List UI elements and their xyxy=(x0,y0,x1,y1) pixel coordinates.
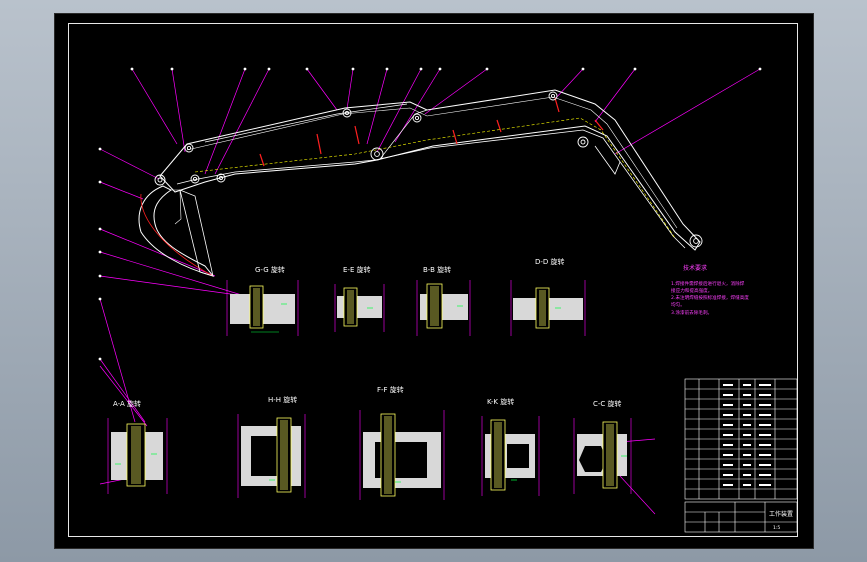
section-label-f: F-F 旋转 xyxy=(377,385,404,394)
boom-arm-assembly xyxy=(138,89,701,277)
section-view-k: K-K 旋转 xyxy=(481,397,540,496)
section-view-f: F-F 旋转 xyxy=(359,385,445,500)
section-view-h: H-H 旋转 xyxy=(237,395,306,498)
section-view-d: D-D 旋转 xyxy=(510,257,586,336)
section-label-g: G-G 旋转 xyxy=(255,265,285,274)
section-label-d: D-D 旋转 xyxy=(535,257,565,266)
technical-requirements: 技术要求 1.焊接件需焊接后进行退火，消除焊 接应力和提高强度。 2.未注明焊缝… xyxy=(671,264,749,316)
section-view-a: A-A 旋转 xyxy=(107,399,168,494)
notes-line-1: 1.焊接件需焊接后进行退火，消除焊 xyxy=(671,280,745,287)
drawing-sheet: G-G 旋转 E-E 旋转 B-B 旋转 D-D 旋转 A-A 旋转 H-H 旋… xyxy=(55,14,813,548)
section-label-e: E-E 旋转 xyxy=(343,265,371,274)
section-label-a: A-A 旋转 xyxy=(113,399,141,408)
parts-list-table xyxy=(684,378,798,500)
notes-line-3: 2.未注明焊缝按照标准焊接，焊缝高度 xyxy=(671,294,749,301)
section-label-c: C-C 旋转 xyxy=(593,399,622,408)
drawing-scale: 1:5 xyxy=(773,525,780,531)
section-view-b: B-B 旋转 xyxy=(416,265,471,336)
cad-drawing-canvas: G-G 旋转 E-E 旋转 B-B 旋转 D-D 旋转 A-A 旋转 H-H 旋… xyxy=(98,67,798,533)
section-label-h: H-H 旋转 xyxy=(268,395,297,404)
section-label-b: B-B 旋转 xyxy=(423,265,451,274)
pin-joints xyxy=(154,91,703,248)
section-view-e: E-E 旋转 xyxy=(334,265,385,332)
notes-line-4: 均匀。 xyxy=(671,301,685,308)
section-label-k: K-K 旋转 xyxy=(487,397,514,406)
section-view-c: C-C 旋转 xyxy=(573,399,632,494)
section-view-g: G-G 旋转 xyxy=(226,265,299,336)
notes-title: 技术要求 xyxy=(683,264,707,272)
notes-line-2: 接应力和提高强度。 xyxy=(671,287,712,294)
notes-line-5: 3.涂漆前去除毛刺。 xyxy=(671,309,712,316)
drawing-name: 工作装置 xyxy=(769,510,793,518)
section-cut-marks xyxy=(259,97,604,167)
